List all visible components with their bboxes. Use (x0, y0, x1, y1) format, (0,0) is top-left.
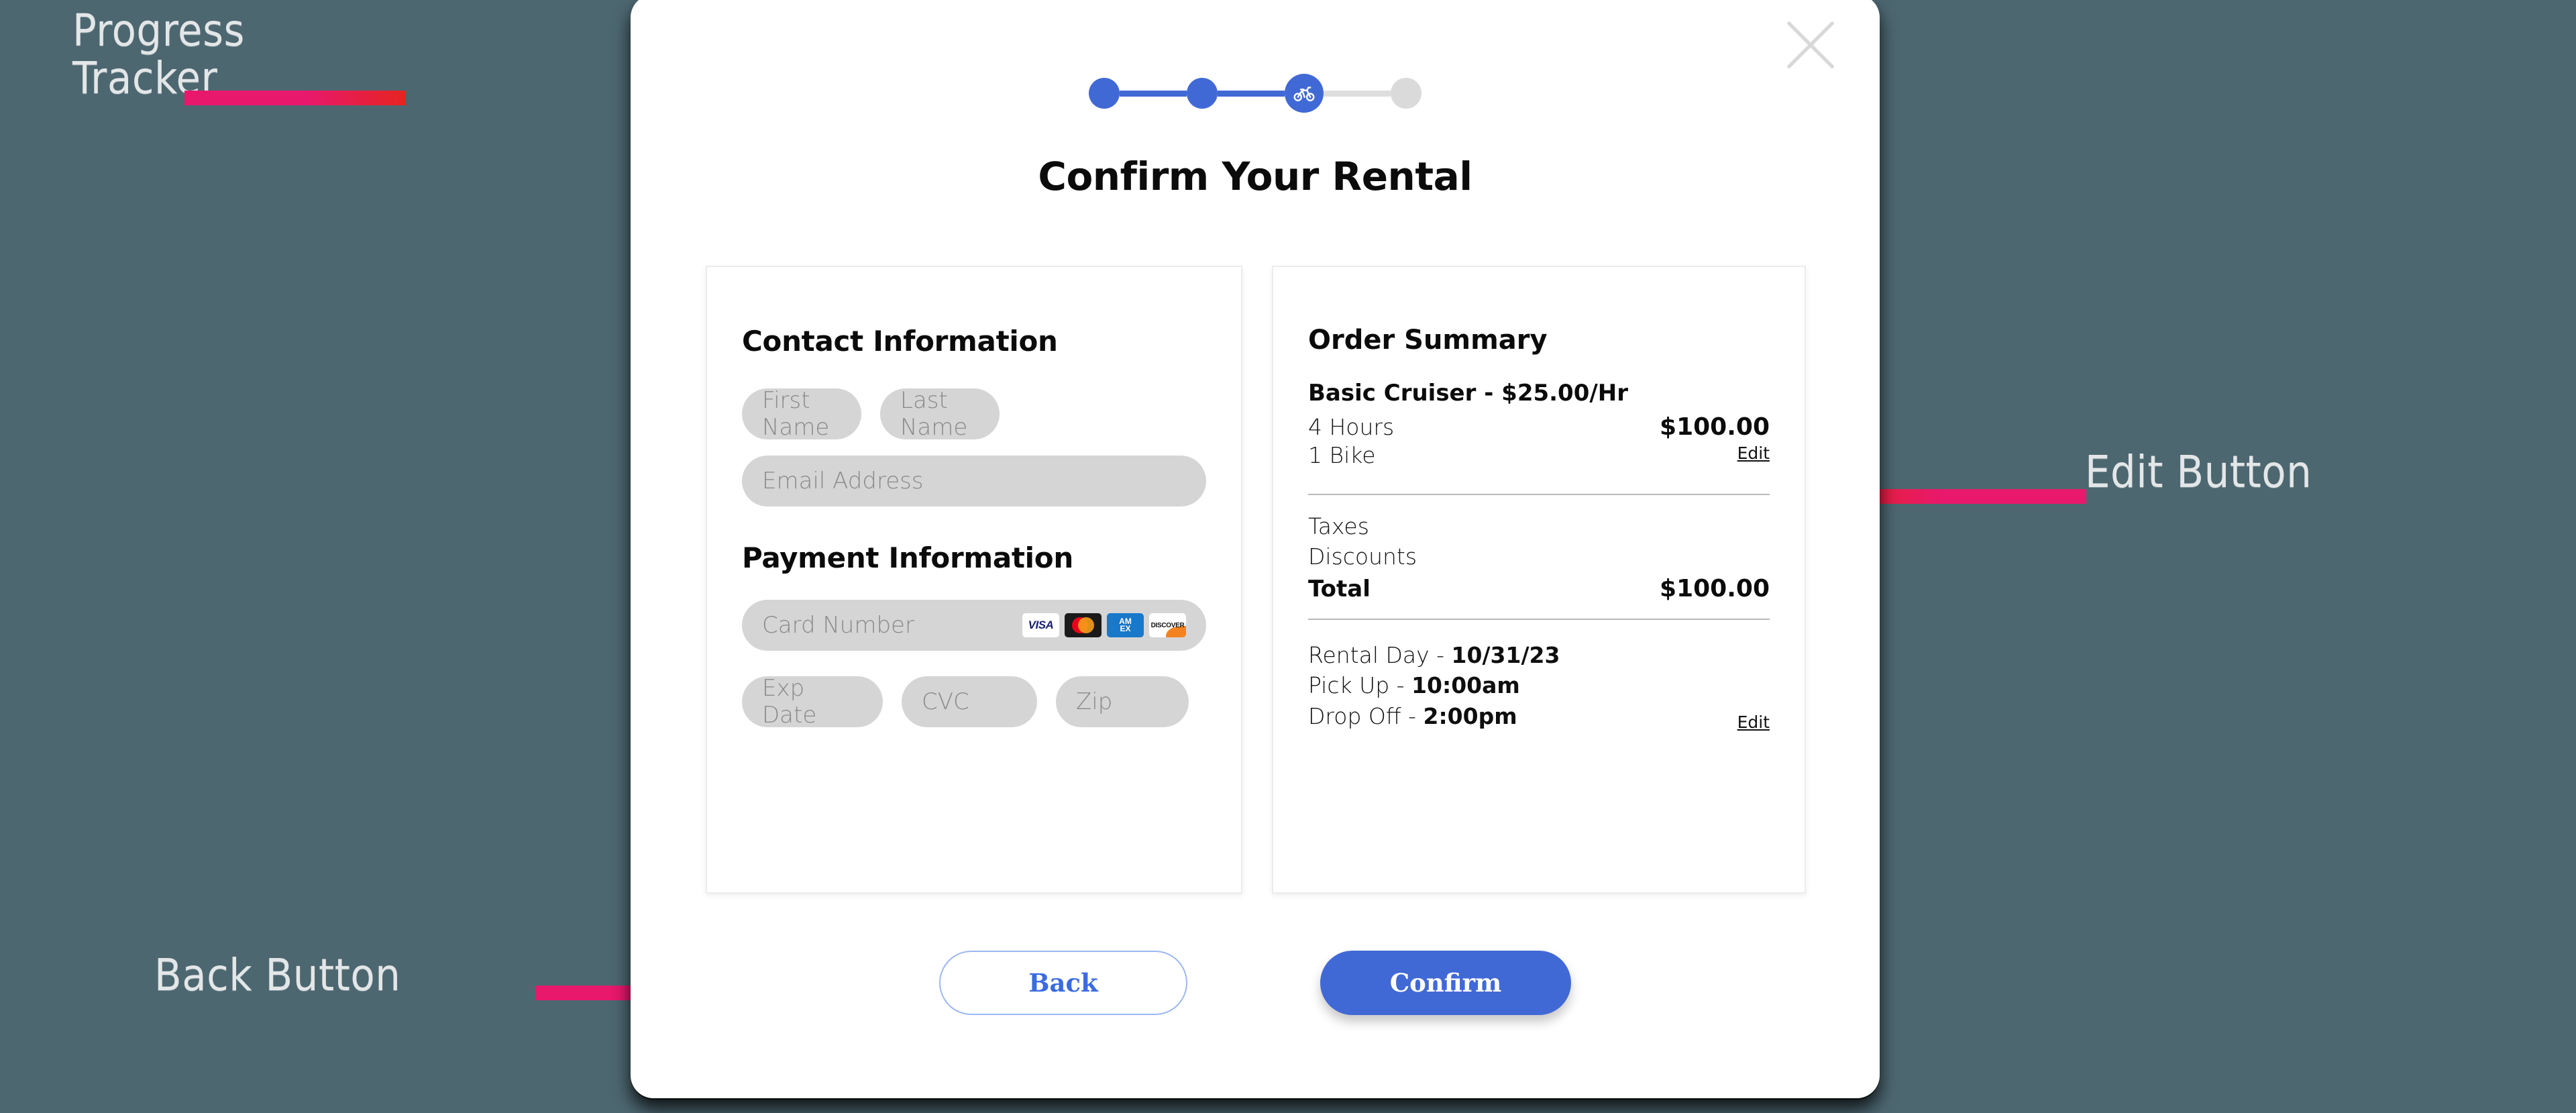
visa-icon: VISA (1022, 613, 1059, 637)
progress-connector-1 (1120, 90, 1187, 97)
edit-schedule-link[interactable]: Edit (1737, 712, 1770, 732)
order-item-details: 4 Hours 1 Bike (1308, 413, 1394, 470)
divider-top (1308, 494, 1770, 496)
card-brand-icons: VISA AM EX DISCOVER (1022, 613, 1186, 637)
progress-step-3-current[interactable] (1285, 74, 1324, 113)
progress-connector-3 (1324, 90, 1391, 97)
order-item-name: Basic Cruiser - $25.00/Hr (1308, 380, 1629, 407)
last-name-input[interactable]: Last Name (880, 387, 1000, 441)
page-title: Confirm Your Rental (1038, 154, 1472, 199)
divider-bottom (1308, 618, 1770, 620)
order-duration: 4 Hours (1308, 414, 1395, 440)
order-summary-panel: Order Summary Basic Cruiser - $25.00/Hr … (1272, 266, 1806, 894)
progress-connector-2 (1218, 90, 1285, 97)
first-name-input[interactable]: First Name (742, 387, 861, 441)
pickup-label: Pick Up - (1308, 672, 1412, 699)
dropoff-value: 2:00pm (1423, 703, 1517, 729)
rental-day-value: 10/31/23 (1451, 641, 1560, 668)
annotation-label-back-button: Back Button (154, 949, 401, 1001)
annotation-label-progress-tracker: Progress Tracker (72, 5, 245, 105)
amex-icon: AM EX (1107, 613, 1144, 637)
pickup-value: 10:00am (1411, 672, 1520, 699)
exp-date-input[interactable]: Exp Date (742, 675, 883, 729)
total-label: Total (1308, 575, 1371, 602)
screenshot-stage: Progress Tracker Edit Button Back Button (0, 0, 2576, 1113)
cvc-input[interactable]: CVC (902, 676, 1037, 727)
card-number-placeholder: Card Number (762, 612, 914, 639)
close-icon[interactable] (1782, 16, 1839, 74)
zip-input[interactable]: Zip (1056, 676, 1189, 727)
progress-step-4[interactable] (1391, 78, 1421, 109)
annotation-label-edit-button: Edit Button (2085, 446, 2312, 498)
total-value: $100.00 (1660, 574, 1770, 602)
discounts-label: Discounts (1308, 543, 1417, 570)
bicycle-icon (1293, 82, 1316, 105)
panels-container: Contact Information First Name Last Name… (706, 266, 1806, 894)
progress-tracker (631, 74, 1880, 113)
progress-step-2[interactable] (1187, 78, 1218, 109)
taxes-label: Taxes (1308, 513, 1369, 540)
order-quantity: 1 Bike (1308, 442, 1376, 469)
discover-icon: DISCOVER (1149, 613, 1186, 637)
contact-payment-panel: Contact Information First Name Last Name… (706, 266, 1242, 894)
payment-information-heading: Payment Information (742, 541, 1073, 574)
modal-footer: Back Confirm (631, 951, 1880, 1015)
mastercard-icon (1065, 613, 1102, 637)
dropoff-label: Drop Off - (1308, 703, 1424, 729)
pickup-row: Pick Up - 10:00am (1308, 670, 1560, 701)
order-summary-heading: Order Summary (1308, 325, 1548, 356)
rental-day-label: Rental Day - (1308, 641, 1452, 668)
card-number-input[interactable]: Card Number VISA AM EX DISCOVER (742, 600, 1206, 651)
rental-day-row: Rental Day - 10/31/23 (1308, 640, 1560, 671)
edit-order-item-link[interactable]: Edit (1660, 443, 1770, 463)
progress-step-1[interactable] (1089, 78, 1120, 109)
dropoff-row: Drop Off - 2:00pm (1308, 701, 1560, 732)
order-item-price: $100.00 (1660, 413, 1770, 441)
annotation-line-progress-tracker (184, 91, 406, 105)
rental-schedule: Rental Day - 10/31/23 Pick Up - 10:00am … (1308, 640, 1560, 732)
rental-confirmation-modal: Confirm Your Rental Contact Information … (631, 0, 1880, 1098)
contact-information-heading: Contact Information (742, 325, 1058, 358)
back-button[interactable]: Back (939, 951, 1187, 1015)
confirm-button[interactable]: Confirm (1320, 951, 1571, 1015)
email-input[interactable]: Email Address (742, 456, 1206, 507)
